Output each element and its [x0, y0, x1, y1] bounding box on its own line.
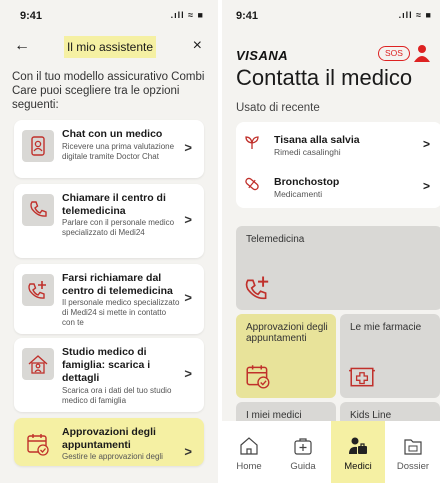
recent-title: Bronchostop: [274, 176, 340, 188]
card-title: Approvazioni degli appuntamenti: [62, 426, 156, 451]
card-title: Chat con un medico: [62, 128, 163, 140]
chevron-right-icon: >: [184, 140, 192, 155]
chevron-right-icon: >: [184, 366, 192, 381]
tab-label: Guida: [290, 461, 316, 472]
phone-callback-icon: [22, 274, 54, 306]
chevron-right-icon: >: [422, 137, 430, 151]
recent-subtitle: Medicamenti: [274, 189, 323, 199]
pill-icon: [244, 176, 260, 192]
plant-icon: [244, 134, 260, 150]
status-time: 9:41: [236, 10, 259, 22]
intro-text: Con il tuo modello assicurativo Combi Ca…: [12, 71, 205, 111]
back-button[interactable]: ←: [14, 36, 30, 56]
card-description: Parlare con il personale medico speciali…: [62, 218, 175, 237]
sos-button[interactable]: SOS: [378, 46, 410, 61]
phone-callback-icon: [244, 274, 272, 307]
tile-label: Approvazioni degli appuntamenti: [246, 322, 328, 344]
tab-label: Home: [236, 461, 262, 472]
family-doctor-house-icon: [22, 348, 54, 380]
recent-list: Tisana alla salvia Rimedi casalinghi > B…: [236, 122, 440, 208]
tab-guida[interactable]: Guida: [276, 421, 330, 483]
tile-label: Kids Line: [350, 410, 392, 421]
card-appointment-approvals[interactable]: Approvazioni degli appuntamenti Gestire …: [14, 418, 204, 466]
tile-label: Le mie farmacie: [350, 322, 422, 333]
card-title: Chiamare il centro di telemedicina: [62, 192, 166, 217]
tile-farmacie[interactable]: Le mie farmacie: [340, 314, 440, 398]
card-description: Ricevere una prima valutazione digitale …: [62, 142, 175, 161]
home-icon: [238, 435, 260, 457]
status-icons: .ıll ≈ ■: [398, 10, 432, 20]
card-title: Studio medico di famiglia: scarica i det…: [62, 346, 151, 384]
section-recent-heading: Usato di recente: [236, 102, 320, 114]
page-title: Contatta il medico: [236, 65, 413, 90]
tab-medici[interactable]: Medici: [331, 421, 385, 483]
card-description: Scarica ora i dati del tuo studio medico…: [62, 386, 172, 405]
pharmacy-icon: [348, 362, 376, 395]
recent-title: Tisana alla salvia: [274, 134, 360, 146]
tab-label: Medici: [344, 461, 372, 472]
recent-item-tisana[interactable]: Tisana alla salvia Rimedi casalinghi >: [236, 128, 440, 166]
tab-dossier[interactable]: Dossier: [386, 421, 440, 483]
card-description: Gestire le approvazioni degli: [62, 452, 163, 461]
tile-label: I miei medici: [246, 410, 302, 421]
tile-approvazioni[interactable]: Approvazioni degli appuntamenti: [236, 314, 336, 398]
assistant-header: ← Il mio assistente ×: [0, 36, 218, 58]
phone-icon: [22, 194, 54, 226]
status-time: 9:41: [20, 10, 43, 22]
doctor-chat-icon: [22, 130, 54, 162]
chevron-right-icon: >: [184, 444, 192, 459]
tile-telemedicina[interactable]: Telemedicina: [236, 226, 440, 310]
contact-doctor-screen: 9:41 .ıll ≈ ■ VISANA SOS Contatta il med…: [222, 0, 440, 483]
status-bar: 9:41 .ıll ≈ ■: [230, 10, 432, 24]
doctor-icon: [347, 435, 369, 457]
assistant-screen: 9:41 .ıll ≈ ■ ← Il mio assistente × Con …: [0, 0, 218, 483]
tile-label: Telemedicina: [246, 234, 305, 245]
profile-icon[interactable]: [414, 44, 430, 62]
card-title: Farsi richiamare dal centro di telemedic…: [62, 272, 173, 297]
recent-item-bronchostop[interactable]: Bronchostop Medicamenti >: [236, 170, 440, 208]
chevron-right-icon: >: [184, 290, 192, 305]
card-family-doctor[interactable]: Studio medico di famiglia: scarica i det…: [14, 338, 204, 412]
first-aid-icon: [292, 435, 314, 457]
card-chat-doctor[interactable]: Chat con un medico Ricevere una prima va…: [14, 120, 204, 178]
status-bar: 9:41 .ıll ≈ ■: [14, 10, 204, 24]
card-call-telemedicine[interactable]: Chiamare il centro di telemedicina Parla…: [14, 184, 204, 258]
visana-logo: VISANA: [236, 48, 289, 63]
status-icons: .ıll ≈ ■: [170, 10, 204, 20]
page-title: Il mio assistente: [64, 36, 156, 58]
tab-label: Dossier: [396, 461, 430, 472]
chevron-right-icon: >: [422, 179, 430, 193]
recent-subtitle: Rimedi casalinghi: [274, 147, 341, 157]
close-button[interactable]: ×: [193, 36, 202, 56]
bottom-tab-bar: Home Guida Medici Dossier: [222, 421, 440, 483]
calendar-check-icon: [22, 428, 54, 460]
calendar-check-icon: [244, 362, 272, 395]
chevron-right-icon: >: [184, 212, 192, 227]
card-description: Il personale medico specializzato di Med…: [62, 298, 180, 327]
card-callback-telemedicine[interactable]: Farsi richiamare dal centro di telemedic…: [14, 264, 204, 334]
tab-home[interactable]: Home: [222, 421, 276, 483]
dossier-icon: [402, 435, 424, 457]
